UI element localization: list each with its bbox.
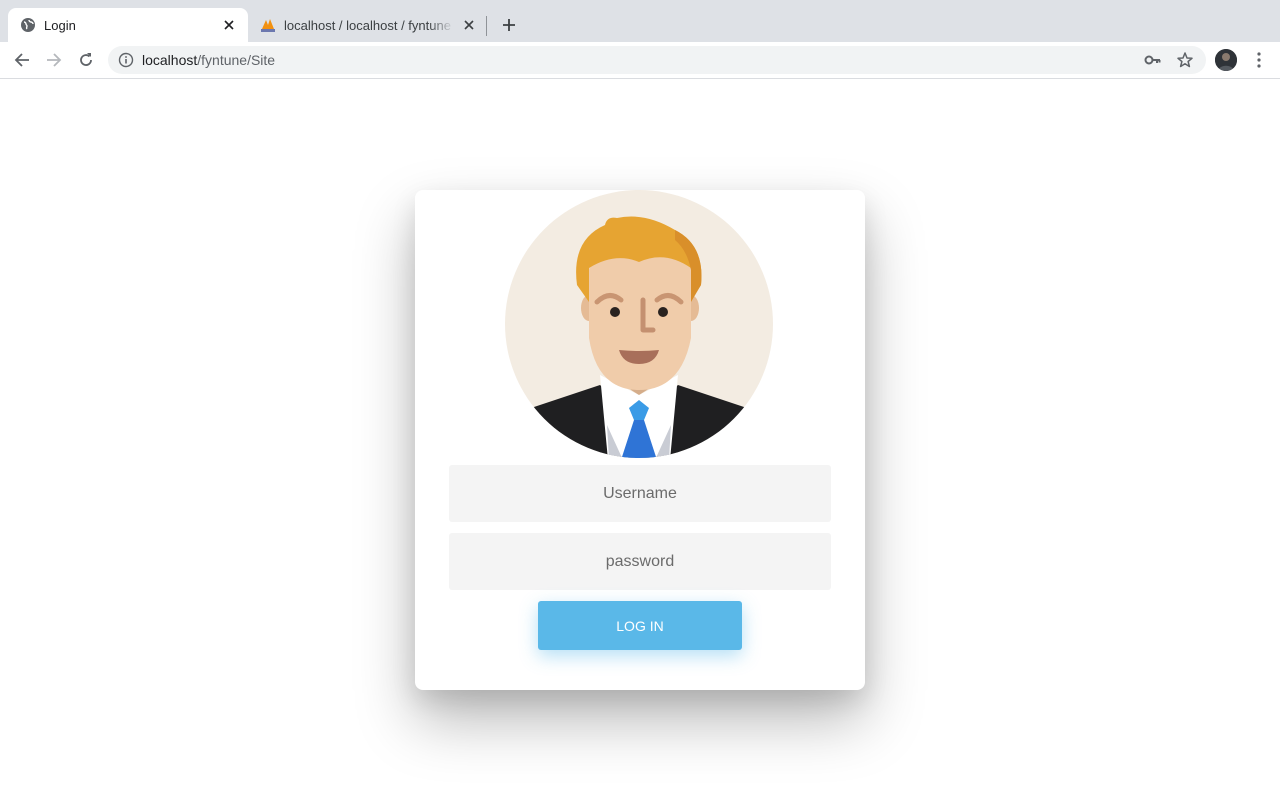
username-input[interactable] <box>449 465 831 522</box>
tab-phpmyadmin[interactable]: localhost / localhost / fyntune / <box>248 8 488 42</box>
url-path: /fyntune/Site <box>197 52 276 68</box>
url-text: localhost/fyntune/Site <box>142 52 275 68</box>
login-card: LOG IN <box>415 190 865 690</box>
tab-separator <box>486 16 487 36</box>
browser-toolbar: localhost/fyntune/Site <box>0 42 1280 79</box>
key-icon[interactable] <box>1144 52 1162 68</box>
arrow-left-icon <box>14 53 29 67</box>
reload-button[interactable] <box>74 48 98 72</box>
new-tab-button[interactable] <box>498 14 520 36</box>
login-button[interactable]: LOG IN <box>538 601 742 650</box>
info-icon[interactable] <box>118 52 134 68</box>
phpmyadmin-icon <box>260 17 276 33</box>
tab-strip: Login localhost / localhost / fyntune / <box>0 0 1280 42</box>
forward-button[interactable] <box>42 48 66 72</box>
arrow-right-icon <box>47 53 62 67</box>
close-tab-icon[interactable] <box>220 16 238 34</box>
user-avatar-image <box>505 190 773 458</box>
profile-avatar[interactable] <box>1215 49 1237 71</box>
close-tab-icon[interactable] <box>460 16 478 34</box>
tab-title: Login <box>44 17 76 33</box>
menu-dots-icon[interactable] <box>1250 50 1268 70</box>
reload-icon <box>80 53 92 66</box>
password-input[interactable] <box>449 533 831 590</box>
address-bar[interactable]: localhost/fyntune/Site <box>108 46 1206 74</box>
url-host: localhost <box>142 52 198 68</box>
back-button[interactable] <box>10 48 34 72</box>
globe-icon <box>20 17 36 33</box>
tab-title: localhost / localhost / fyntune / <box>284 17 454 33</box>
bookmark-star-icon[interactable] <box>1176 51 1194 69</box>
plus-icon <box>503 19 515 31</box>
tab-login[interactable]: Login <box>8 8 248 42</box>
